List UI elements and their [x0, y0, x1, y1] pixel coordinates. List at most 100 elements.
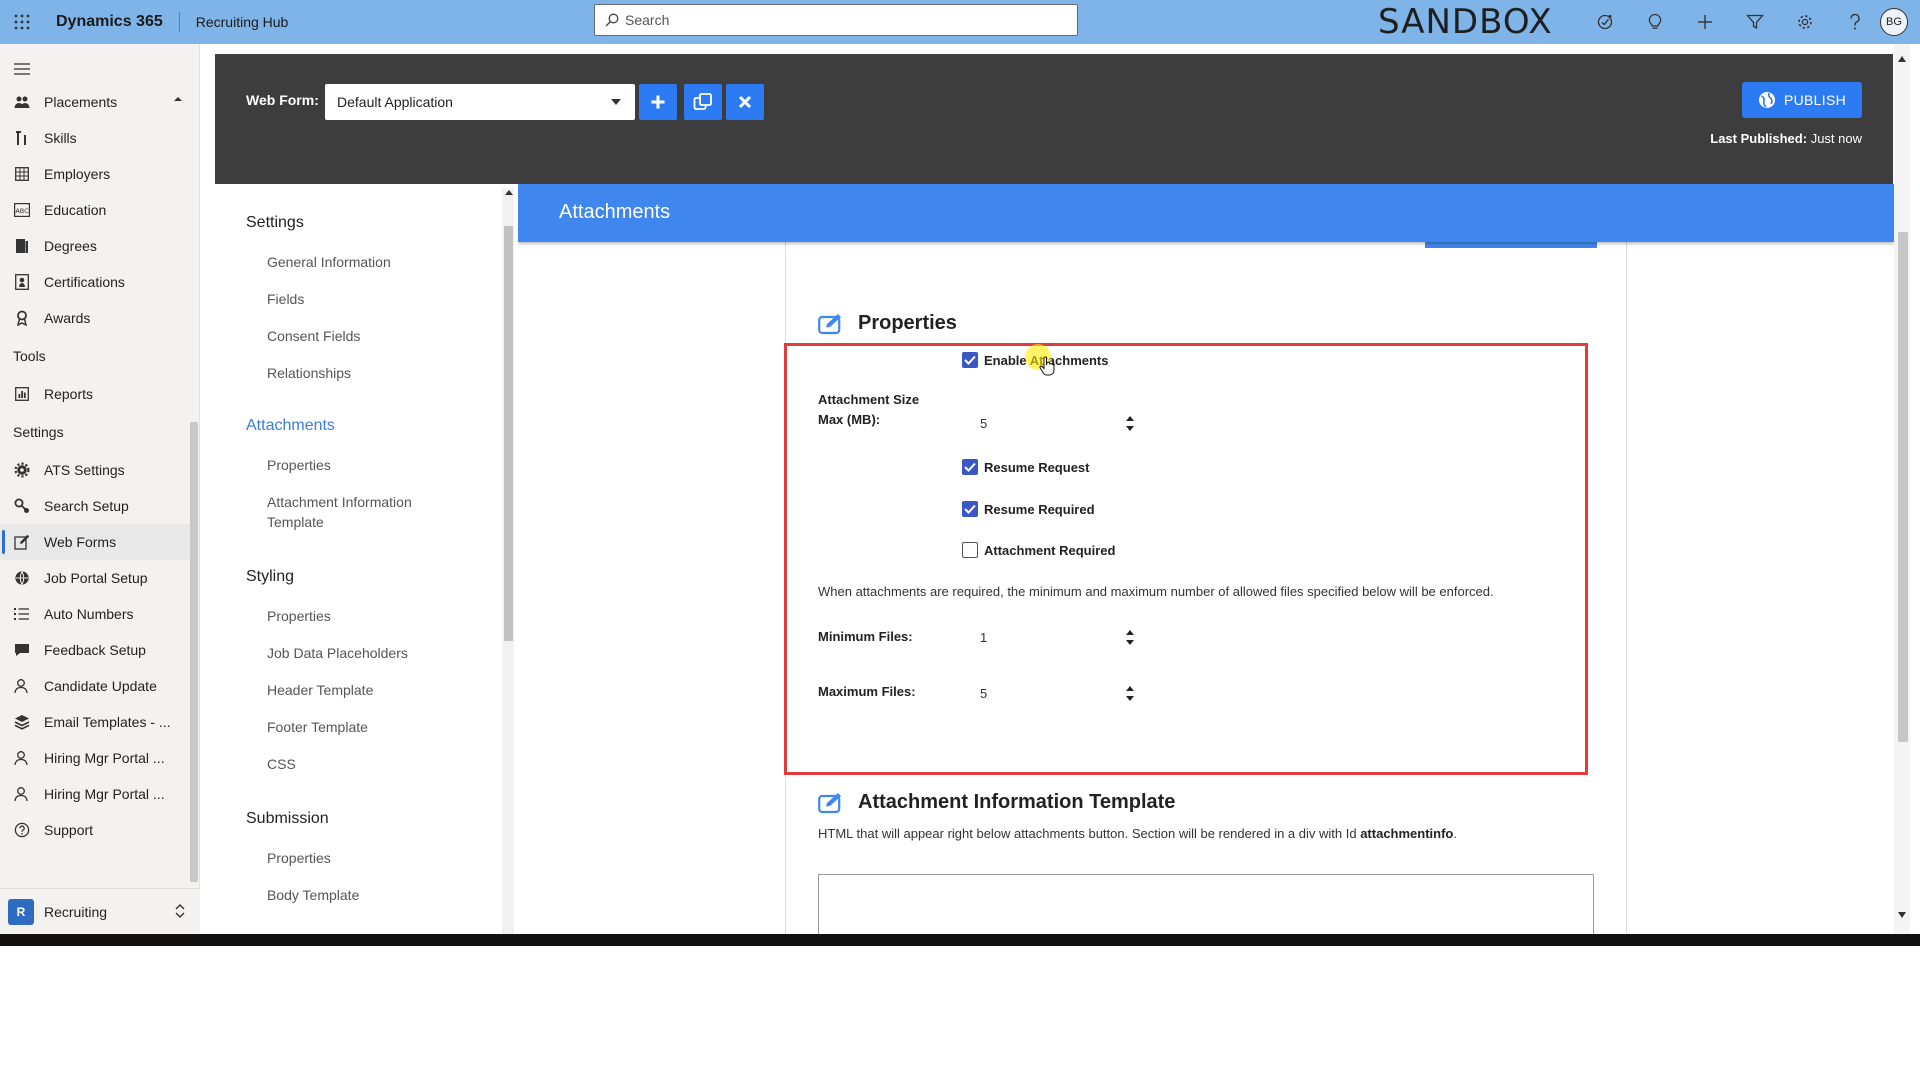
tree-item-attachments-properties[interactable]: Properties [267, 455, 331, 475]
enable-attachments-checkbox[interactable] [962, 352, 978, 368]
nav-item-placements[interactable]: Placements [0, 84, 190, 120]
plus-icon[interactable] [1680, 0, 1730, 44]
hub-name[interactable]: Recruiting Hub [196, 14, 289, 30]
attachment-required-row[interactable]: Attachment Required [962, 542, 1115, 558]
tree-item-submission-properties[interactable]: Properties [267, 848, 331, 868]
tree-group-attachments[interactable]: Attachments [246, 417, 335, 435]
tree-item-relationships[interactable]: Relationships [267, 363, 351, 383]
number-spinner[interactable] [1124, 624, 1136, 650]
collapse-up-icon[interactable] [174, 96, 182, 102]
resume-request-label: Resume Request [984, 459, 1090, 475]
nav-item-skills[interactable]: Skills [0, 120, 190, 156]
attachment-info-template-editor[interactable] [818, 874, 1594, 934]
main-scrollbar-thumb[interactable] [1898, 232, 1908, 742]
nav-label: ATS Settings [44, 462, 125, 478]
lightbulb-icon[interactable] [1630, 0, 1680, 44]
area-switcher[interactable]: R Recruiting [0, 888, 200, 934]
tree-item-header-template[interactable]: Header Template [267, 680, 373, 700]
spin-up-icon[interactable] [1126, 629, 1134, 635]
nav-item-web-forms[interactable]: Web Forms [0, 524, 190, 560]
nav-item-candidate-update[interactable]: Candidate Update [0, 668, 190, 704]
nav-item-education[interactable]: ABC Education [0, 192, 190, 228]
nav-item-certifications[interactable]: Certifications [0, 264, 190, 300]
template-help-id: attachmentinfo [1360, 826, 1454, 841]
number-spinner[interactable] [1124, 680, 1136, 706]
list-icon [14, 606, 30, 622]
attachment-info-template-title: Attachment Information Template [858, 791, 1176, 813]
copy-form-button[interactable] [684, 84, 722, 120]
filter-icon[interactable] [1730, 0, 1780, 44]
attachment-info-template-heading: Attachment Information Template [818, 791, 1175, 814]
hamburger-menu-icon[interactable] [14, 62, 30, 80]
skills-icon [14, 130, 30, 146]
nav-item-email-templates[interactable]: Email Templates - ... [0, 704, 190, 740]
search-input[interactable] [625, 12, 1025, 28]
tree-scroll-up-icon[interactable] [505, 190, 513, 195]
resume-required-checkbox[interactable] [962, 501, 978, 517]
nav-item-feedback-setup[interactable]: Feedback Setup [0, 632, 190, 668]
tree-item-job-data-placeholders[interactable]: Job Data Placeholders [267, 643, 408, 663]
spin-down-icon[interactable] [1126, 639, 1134, 645]
nav-item-job-portal-setup[interactable]: Job Portal Setup [0, 560, 190, 596]
edit-icon[interactable] [818, 313, 844, 335]
plus-icon [651, 95, 665, 109]
nav-scrollbar[interactable] [190, 422, 198, 882]
tree-group-submission[interactable]: Submission [246, 810, 329, 828]
tree-group-settings[interactable]: Settings [246, 214, 304, 232]
publish-button[interactable]: PUBLISH [1742, 82, 1862, 118]
tree-item-attachment-information-template[interactable]: Attachment Information Template [267, 492, 447, 532]
nav-item-search-setup[interactable]: Search Setup [0, 488, 190, 524]
nav-item-reports[interactable]: Reports [0, 376, 190, 412]
help-icon[interactable] [1830, 0, 1880, 44]
tree-item-footer-template[interactable]: Footer Template [267, 717, 368, 737]
nav-item-hiring-mgr-portal-1[interactable]: Hiring Mgr Portal ... [0, 740, 190, 776]
main-scroll-down-icon[interactable] [1898, 912, 1906, 918]
number-spinner[interactable] [1124, 410, 1136, 436]
nav-item-support[interactable]: Support [0, 812, 190, 848]
resume-request-row[interactable]: Resume Request [962, 459, 1089, 475]
resume-required-label: Resume Required [984, 501, 1095, 517]
nav-item-degrees[interactable]: Degrees [0, 228, 190, 264]
tree-item-general-information[interactable]: General Information [267, 252, 391, 272]
publish-label: PUBLISH [1783, 92, 1846, 108]
nav-item-awards[interactable]: Awards [0, 300, 190, 336]
assistant-icon[interactable] [1580, 0, 1630, 44]
user-avatar[interactable]: BG [1880, 8, 1908, 36]
copy-icon [693, 93, 712, 110]
nav-item-employers[interactable]: Employers [0, 156, 190, 192]
attachment-size-input[interactable]: 5 [976, 410, 1136, 436]
tree-item-css[interactable]: CSS [267, 754, 296, 774]
app-launcher-icon[interactable] [0, 0, 44, 44]
edit-icon [14, 534, 30, 550]
spin-down-icon[interactable] [1126, 695, 1134, 701]
resume-request-checkbox[interactable] [962, 459, 978, 475]
app-name[interactable]: Dynamics 365 [56, 13, 163, 31]
main-scroll-up-icon[interactable] [1898, 56, 1906, 62]
minimum-files-input[interactable]: 1 [976, 624, 1136, 650]
nav-label: Email Templates - ... [44, 714, 171, 730]
maximum-files-input[interactable]: 5 [976, 680, 1136, 706]
tree-item-fields[interactable]: Fields [267, 289, 304, 309]
tree-item-consent-fields[interactable]: Consent Fields [267, 326, 360, 346]
tree-scrollbar-thumb[interactable] [504, 226, 513, 641]
nav-item-auto-numbers[interactable]: Auto Numbers [0, 596, 190, 632]
resume-required-row[interactable]: Resume Required [962, 501, 1095, 517]
maximum-files-value: 5 [980, 685, 988, 701]
attachment-required-checkbox[interactable] [962, 542, 978, 558]
add-form-button[interactable] [639, 84, 677, 120]
spin-down-icon[interactable] [1126, 425, 1134, 431]
delete-form-button[interactable] [726, 84, 764, 120]
nav-item-hiring-mgr-portal-2[interactable]: Hiring Mgr Portal ... [0, 776, 190, 812]
tree-group-styling[interactable]: Styling [246, 568, 294, 586]
tree-item-styling-properties[interactable]: Properties [267, 606, 331, 626]
spin-up-icon[interactable] [1126, 415, 1134, 421]
top-icons [1580, 0, 1880, 44]
gear-icon[interactable] [1780, 0, 1830, 44]
spin-up-icon[interactable] [1126, 685, 1134, 691]
nav-group-tools: Tools [13, 348, 46, 364]
global-search-box[interactable] [594, 4, 1078, 36]
edit-icon[interactable] [818, 792, 844, 814]
nav-item-ats-settings[interactable]: ATS Settings [0, 452, 190, 488]
web-form-select[interactable]: Default Application [325, 84, 635, 120]
tree-item-body-template[interactable]: Body Template [267, 885, 359, 905]
